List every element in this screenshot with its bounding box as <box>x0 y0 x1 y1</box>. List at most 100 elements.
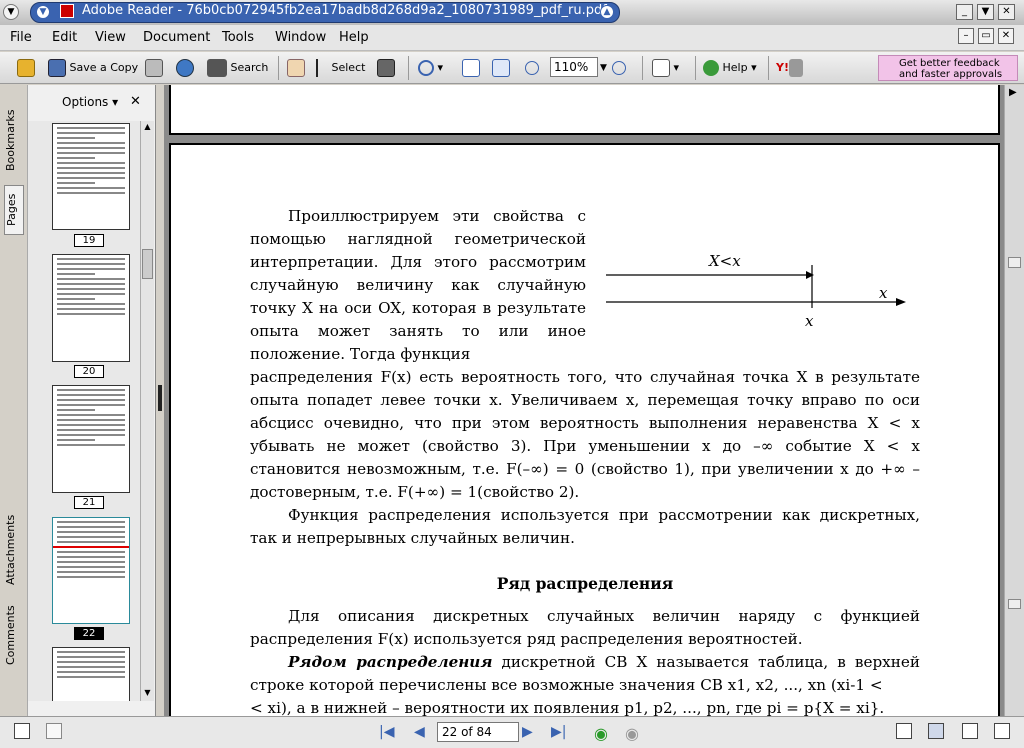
pill-menu-icon[interactable]: ▼ <box>36 5 50 19</box>
page-thumbnail-20[interactable] <box>52 254 130 362</box>
floppy-icon <box>48 59 66 77</box>
scroll-down-icon[interactable]: ▼ <box>142 687 153 699</box>
help-icon <box>703 60 719 76</box>
menu-edit[interactable]: Edit <box>52 30 77 45</box>
zoom-in-button[interactable] <box>612 57 626 79</box>
doc-close-button[interactable]: ✕ <box>998 28 1014 44</box>
menu-document[interactable]: Document <box>143 30 210 45</box>
camera-icon <box>377 59 395 77</box>
save-copy-button[interactable]: Save a Copy <box>48 57 138 79</box>
feedback-banner[interactable]: Get better feedback and faster approvals <box>878 55 1018 81</box>
doc-restore-button[interactable]: ▭ <box>978 28 994 44</box>
page-size-icon[interactable] <box>46 723 62 739</box>
hand-icon <box>287 59 305 77</box>
inequality-arrowhead <box>806 271 814 279</box>
toolbar: Save a Copy Search Select ▾ ▾ Help ▾ Y! <box>0 52 1024 84</box>
minimize-button[interactable]: _ <box>956 4 973 20</box>
options-menu[interactable]: Options ▾ <box>62 95 118 109</box>
para-definition-cut: < xi), а в нижней – вероятности их появл… <box>250 699 885 716</box>
para-intro: Проиллюстрируем эти свойства с помощью н… <box>250 207 586 363</box>
para-definition: Рядом распределения дискретной СВ X назы… <box>250 651 920 697</box>
page-label[interactable]: 21 <box>74 496 104 509</box>
maximize-button[interactable]: ▼ <box>977 4 994 20</box>
open-button[interactable] <box>17 57 35 79</box>
go-back-icon[interactable]: ◉ <box>594 724 608 743</box>
close-button[interactable]: ✕ <box>998 4 1015 20</box>
page-thumbnail-22[interactable] <box>52 517 130 624</box>
zoom-dropdown-icon[interactable]: ▼ <box>600 57 607 79</box>
email-button[interactable] <box>176 57 194 79</box>
scroll-right-panel-icon[interactable]: ▶ <box>1009 87 1017 98</box>
continuous-facing-icon[interactable] <box>994 723 1010 739</box>
page-label[interactable]: 20 <box>74 365 104 378</box>
toolbar-separator <box>278 56 279 80</box>
page-label-selected[interactable]: 22 <box>74 627 104 640</box>
window-menu-icon[interactable]: ▼ <box>3 4 19 20</box>
first-page-icon[interactable]: |◀ <box>379 724 394 740</box>
page-number-field[interactable]: 22 of 84 <box>437 722 519 742</box>
go-forward-icon[interactable]: ◉ <box>625 724 639 743</box>
menu-file[interactable]: File <box>10 30 32 45</box>
zoom-out-button[interactable] <box>525 57 539 79</box>
menu-tools[interactable]: Tools <box>222 30 254 45</box>
fit-width-button[interactable] <box>492 57 510 79</box>
search-label: Search <box>230 61 269 74</box>
previous-page-icon[interactable]: ◀ <box>414 724 425 740</box>
comments-panel-icon[interactable] <box>1008 599 1021 609</box>
toolbar-separator <box>768 56 769 80</box>
toolbar-separator <box>695 56 696 80</box>
close-panel-icon[interactable]: ✕ <box>130 94 141 109</box>
zoom-level-field[interactable]: 110% <box>550 57 598 77</box>
x-axis-arrowhead <box>896 298 906 306</box>
facing-icon[interactable] <box>962 723 978 739</box>
axis-label: x <box>879 284 888 302</box>
document-viewer[interactable]: Проиллюстрируем эти свойства с помощью н… <box>164 85 1004 716</box>
snapshot-button[interactable] <box>377 57 395 79</box>
yahoo-toolbar-button[interactable]: Y! <box>776 57 803 79</box>
page-thumbnail-21[interactable] <box>52 385 130 493</box>
scroll-up-icon[interactable]: ▲ <box>142 121 153 133</box>
continuous-icon[interactable] <box>928 723 944 739</box>
page-thumbnail-19[interactable] <box>52 123 130 230</box>
hand-tool-button[interactable] <box>287 57 305 79</box>
axis-figure: X<x x x <box>606 252 906 330</box>
next-page-icon[interactable]: ▶ <box>522 724 533 740</box>
help-label: Help <box>722 61 748 74</box>
panel-splitter[interactable] <box>156 85 164 716</box>
zoom-in-tool-button[interactable]: ▾ <box>418 57 443 79</box>
single-page-icon[interactable] <box>896 723 912 739</box>
thumbnail-scrollbar[interactable]: ▲ ▼ <box>140 121 154 701</box>
page-layout-button[interactable]: ▾ <box>652 57 679 79</box>
doc-minimize-button[interactable]: – <box>958 28 974 44</box>
tab-comments[interactable]: Comments <box>4 600 24 670</box>
print-button[interactable] <box>145 57 163 79</box>
show-navigation-icon[interactable] <box>14 723 30 739</box>
pill-up-icon[interactable]: ▲ <box>600 5 614 19</box>
select-label: Select <box>331 61 366 74</box>
menu-bar: File Edit View Document Tools Window Hel… <box>0 25 1024 51</box>
status-bar: |◀ ◀ 22 of 84 ▶ ▶| ◉ ◉ <box>0 716 1024 748</box>
body-text: распределения F(x) есть вероятность того… <box>250 366 920 716</box>
menu-help[interactable]: Help <box>339 30 369 45</box>
tab-bookmarks[interactable]: Bookmarks <box>4 105 24 175</box>
actual-size-button[interactable] <box>462 57 480 79</box>
tab-pages[interactable]: Pages <box>4 185 24 235</box>
splitter-grip[interactable] <box>158 385 162 411</box>
tab-attachments[interactable]: Attachments <box>4 510 24 590</box>
printer-icon <box>145 59 163 77</box>
search-button[interactable]: Search <box>207 57 268 79</box>
title-bar: ▼ ▼ Adobe Reader - 76b0cb072945fb2ea17ba… <box>0 0 1024 25</box>
document-scrollbar[interactable]: ▶ <box>1004 85 1024 716</box>
last-page-icon[interactable]: ▶| <box>551 724 566 740</box>
toolbar-separator <box>642 56 643 80</box>
page-thumbnail-23[interactable] <box>52 647 130 701</box>
page-label[interactable]: 19 <box>74 234 104 247</box>
menu-view[interactable]: View <box>95 30 126 45</box>
select-tool-button[interactable]: Select <box>316 57 365 79</box>
scrollbar-thumb[interactable] <box>142 249 153 279</box>
doc-scroll-thumb[interactable] <box>1008 257 1021 268</box>
folder-open-icon <box>17 59 35 77</box>
help-button[interactable]: Help ▾ <box>703 57 757 79</box>
menu-window[interactable]: Window <box>275 30 326 45</box>
inequality-label: X<x <box>708 252 741 270</box>
